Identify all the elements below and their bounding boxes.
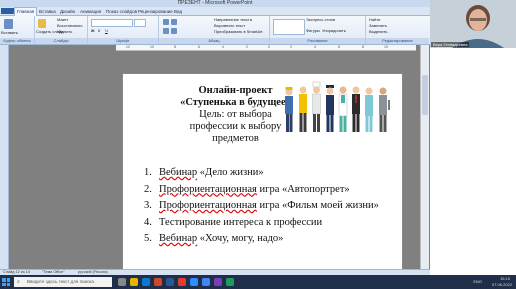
list-item[interactable]: 3. Профориентационная игра «Фильм моей жи… [141, 200, 396, 213]
quick-styles-button[interactable]: Экспресс-стили [306, 17, 335, 22]
yandex-icon[interactable] [178, 278, 186, 286]
nurse-figure [365, 87, 373, 132]
underline-button[interactable]: Ч [105, 28, 108, 33]
search-placeholder: Введите здесь текст для поиска [27, 279, 94, 284]
window-title: ПРЕЗЕНТ - Microsoft PowerPoint [177, 0, 253, 6]
slides-panel-collapsed[interactable] [0, 45, 9, 270]
chrome-icon[interactable] [202, 278, 210, 286]
powerpoint-window: ПРЕЗЕНТ - Microsoft PowerPoint – □ × Гла… [0, 0, 430, 289]
painter-figure [299, 86, 307, 132]
align-text-button[interactable]: Выровнять текст [214, 23, 245, 28]
professions-illustration[interactable] [281, 80, 398, 140]
group-editing: Найти Заменить Выделить Редактирование [366, 16, 429, 44]
paste-button[interactable]: Вставить [1, 30, 18, 35]
tab-slideshow[interactable]: Показ слайдов [104, 8, 139, 15]
new-slide-icon[interactable] [38, 19, 46, 28]
scroll-thumb[interactable] [422, 75, 428, 115]
office-button[interactable] [1, 8, 15, 14]
replace-button[interactable]: Заменить [369, 23, 387, 28]
participant-name: Вера Геннадьевна [431, 42, 470, 47]
group-drawing: Фигуры Упорядочить Экспресс-стили Рисова… [270, 16, 366, 44]
powerpoint-taskbar-icon[interactable] [154, 278, 162, 286]
tab-animation[interactable]: Анимация [78, 8, 103, 15]
reset-button[interactable]: Восстановить [57, 23, 83, 28]
group-font: Ж К Ч Шрифт [88, 16, 159, 44]
group-editing-label: Редактирование [366, 38, 429, 44]
chef-figure [312, 81, 321, 132]
file-explorer-icon[interactable] [130, 278, 138, 286]
taskbar-search-box[interactable]: ⌕ Введите здесь текст для поиска [14, 277, 112, 287]
clock-time[interactable]: 15:15 [500, 276, 510, 281]
tab-design[interactable]: Дизайн [58, 8, 77, 15]
group-clipboard: Вставить Буфер обмена [0, 16, 35, 44]
businessman-figure [352, 86, 360, 132]
group-drawing-label: Рисование [270, 38, 365, 44]
layout-button[interactable]: Макет [57, 17, 68, 22]
webcam-video: Вера Геннадьевна [430, 0, 516, 48]
group-paragraph: Направление текста Выровнять текст Преоб… [159, 16, 270, 44]
group-slides-label: Слайды [35, 38, 87, 44]
list-item[interactable]: 2. Профориентационная игра «Автопортрет» [141, 184, 396, 197]
pilot-figure [326, 85, 334, 132]
numbering-icon[interactable] [171, 19, 177, 25]
tab-view[interactable]: Вид [172, 8, 184, 15]
paste-icon[interactable] [4, 19, 13, 29]
tab-insert[interactable]: Вставка [37, 8, 58, 15]
group-slides: Создать слайд Макет Восстановить Удалить… [35, 16, 88, 44]
group-paragraph-label: Абзац [159, 38, 269, 44]
list-item[interactable]: 1. Вебинар «Дело жизни» [141, 167, 396, 180]
shapes-button[interactable]: Фигуры [306, 28, 320, 33]
app-icon[interactable] [226, 278, 234, 286]
vertical-scrollbar[interactable] [420, 45, 429, 270]
select-button[interactable]: Выделить [369, 29, 387, 34]
mechanic-figure [379, 87, 390, 132]
worker-figure [285, 87, 293, 132]
person-silhouette [430, 0, 516, 48]
word-icon[interactable] [166, 278, 174, 286]
activity-list[interactable]: 1. Вебинар «Дело жизни» 2. Профориентацион… [141, 167, 396, 250]
tab-home[interactable]: Главная [14, 7, 38, 16]
task-view-icon[interactable] [118, 278, 126, 286]
smartart-button[interactable]: Преобразовать в SmartArt [214, 29, 263, 34]
shapes-gallery[interactable] [273, 19, 305, 35]
edge-icon[interactable] [142, 278, 150, 286]
group-font-label: Шрифт [88, 38, 158, 44]
align-center-icon[interactable] [171, 28, 177, 34]
delete-slide-button[interactable]: Удалить [57, 29, 72, 34]
slide-canvas[interactable]: Онлайн-проект «Ступенька в будущее» Цель… [122, 73, 403, 271]
align-left-icon[interactable] [163, 28, 169, 34]
zoom-icon[interactable] [190, 278, 198, 286]
horizontal-ruler: 12 10 8 642 024 6 8 10 [116, 45, 416, 51]
app-icon[interactable] [214, 278, 222, 286]
clock-date[interactable]: 07.06.2022 [492, 282, 512, 287]
windows-start-icon[interactable] [2, 278, 10, 286]
list-item[interactable]: 5. Вебинар «Хочу, могу, надо» [141, 233, 396, 246]
font-name-select[interactable] [91, 19, 133, 27]
arrange-button[interactable]: Упорядочить [322, 28, 346, 33]
windows-taskbar: ⌕ Введите здесь текст для поиска ENG 15:… [0, 275, 516, 289]
video-panel-background [430, 48, 516, 275]
doctor-figure [338, 86, 348, 132]
ribbon-tabs: Главная Вставка Дизайн Анимация Показ сл… [0, 7, 430, 16]
input-language[interactable]: ENG [473, 279, 482, 284]
font-size-select[interactable] [134, 19, 146, 27]
tab-review[interactable]: Рецензирование [136, 8, 175, 15]
group-clipboard-label: Буфер обмена [0, 38, 34, 44]
title-bar: ПРЕЗЕНТ - Microsoft PowerPoint – □ × [0, 0, 430, 15]
bold-button[interactable]: Ж [91, 28, 95, 33]
find-button[interactable]: Найти [369, 17, 380, 22]
italic-button[interactable]: К [98, 28, 100, 33]
bullets-icon[interactable] [163, 19, 169, 25]
text-direction-button[interactable]: Направление текста [214, 17, 252, 22]
list-item[interactable]: 4. Тестирование интереса к профессии [141, 217, 396, 230]
ribbon: Вставить Буфер обмена Создать слайд Маке… [0, 16, 430, 45]
search-icon: ⌕ [17, 279, 20, 285]
